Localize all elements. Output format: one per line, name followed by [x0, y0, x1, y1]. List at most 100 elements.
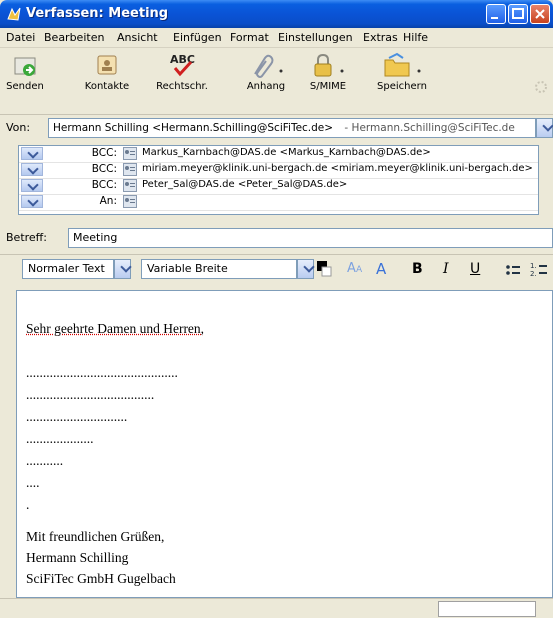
from-value: Hermann Schilling <Hermann.Schilling@Sci…	[53, 122, 334, 134]
format-toolbar: Normaler Text Variable Breite A A A B I …	[0, 254, 553, 285]
recipient-type-dropdown[interactable]	[21, 179, 43, 192]
recipient-row: BCC: Markus_Karnbach@DAS.de <Markus_Karn…	[19, 146, 538, 163]
paragraph-dropdown-button[interactable]	[114, 259, 132, 279]
spellcheck-label: Rechtschr.	[156, 81, 208, 92]
chevron-down-icon	[27, 147, 39, 159]
subject-input[interactable]: Meeting	[68, 228, 553, 248]
dots-line: ....	[26, 475, 40, 490]
spellcheck-button[interactable]: ABC Rechtschr.	[152, 52, 212, 92]
from-select[interactable]: Hermann Schilling <Hermann.Schilling@Sci…	[48, 118, 536, 138]
menu-format[interactable]: Format	[230, 31, 269, 44]
chevron-down-icon	[120, 261, 132, 273]
from-row: Von: Hermann Schilling <Hermann.Schillin…	[0, 116, 553, 140]
svg-text:2.: 2.	[530, 270, 537, 277]
font-select[interactable]: Variable Breite	[141, 259, 297, 279]
paperclip-icon	[254, 54, 283, 78]
recipient-type: BCC:	[91, 163, 117, 175]
menu-einfuegen[interactable]: Einfügen	[173, 31, 222, 44]
from-account: - Hermann.Schilling@SciFiTec.de	[344, 122, 515, 134]
font-smaller-button[interactable]: A	[347, 261, 356, 276]
chevron-down-icon	[27, 163, 39, 175]
throbber-icon	[535, 81, 547, 93]
menu-ansicht[interactable]: Ansicht	[117, 31, 158, 44]
chevron-down-icon	[27, 195, 39, 207]
spellcheck-icon: ABC	[170, 53, 195, 77]
close-button[interactable]	[530, 4, 550, 24]
status-bar	[0, 598, 553, 618]
maximize-icon	[512, 8, 524, 19]
menu-extras[interactable]: Extras	[363, 31, 398, 44]
contacts-button[interactable]: Kontakte	[82, 52, 132, 92]
dots-line: ..............................	[26, 409, 128, 424]
send-label: Senden	[6, 81, 44, 92]
dots-line: .	[26, 497, 30, 512]
menu-bar: Datei Bearbeiten Ansicht Einfügen Format…	[0, 28, 553, 48]
attach-label: Anhang	[246, 81, 286, 92]
menu-datei[interactable]: Datei	[6, 31, 35, 44]
paragraph-format-select[interactable]: Normaler Text	[22, 259, 114, 279]
italic-button[interactable]: I	[443, 261, 449, 277]
recipient-type-dropdown[interactable]	[21, 147, 43, 160]
menu-einstellungen[interactable]: Einstellungen	[278, 31, 353, 44]
chevron-down-icon	[542, 120, 553, 132]
contact-card-icon	[123, 147, 137, 160]
greeting-line: Sehr geehrte Damen und Herren,	[26, 321, 204, 337]
from-dropdown-button[interactable]	[536, 118, 553, 138]
close-icon	[535, 9, 545, 19]
status-panel	[438, 601, 536, 617]
subject-label: Betreff:	[6, 231, 47, 244]
folder-icon	[384, 52, 421, 77]
menu-hilfe[interactable]: Hilfe	[403, 31, 428, 44]
recipient-type: BCC:	[91, 179, 117, 191]
recipient-address[interactable]: Markus_Karnbach@DAS.de <Markus_Karnbach@…	[142, 147, 431, 158]
contact-card-icon	[123, 195, 137, 208]
minimize-icon	[491, 17, 498, 19]
save-label: Speichern	[377, 81, 427, 92]
subject-row: Betreff: Meeting	[0, 227, 553, 249]
minimize-button[interactable]	[486, 4, 506, 24]
font-smaller-icon: A	[356, 265, 363, 275]
recipient-type: An:	[99, 195, 117, 207]
title-bar[interactable]: Verfassen: Meeting	[0, 0, 553, 28]
signature-name: Hermann Schilling	[26, 550, 129, 565]
closing-line: Mit freundlichen Grüßen,	[26, 529, 165, 544]
bold-button[interactable]: B	[412, 261, 423, 277]
text-color-icon[interactable]	[316, 259, 332, 281]
message-body-editor[interactable]: Sehr geehrte Damen und Herren, .........…	[16, 290, 553, 598]
signature-company: SciFiTec GmbH Gugelbach	[26, 571, 176, 586]
dots-line: ........................................…	[26, 365, 178, 380]
compose-icon	[7, 7, 21, 21]
send-button[interactable]: Senden	[5, 52, 45, 92]
recipient-address[interactable]: miriam.meyer@klinik.uni-bergach.de <miri…	[142, 163, 533, 174]
menu-bearbeiten[interactable]: Bearbeiten	[44, 31, 104, 44]
from-label: Von:	[6, 121, 31, 134]
window-title: Verfassen: Meeting	[26, 6, 169, 21]
svg-text:1.: 1.	[530, 262, 537, 270]
attach-button[interactable]: Anhang	[244, 52, 288, 92]
main-toolbar: Senden Kontakte ABC Rechtschr. Anhang S/…	[0, 48, 553, 115]
recipient-type-dropdown[interactable]	[21, 195, 43, 208]
dots-line: ....................	[26, 431, 94, 446]
recipient-row: BCC: Peter_Sal@DAS.de <Peter_Sal@DAS.de>	[19, 178, 538, 195]
recipient-type: BCC:	[91, 147, 117, 159]
save-button[interactable]: Speichern	[374, 52, 430, 92]
smime-button[interactable]: S/MIME	[304, 52, 352, 92]
dots-line: ...........	[26, 453, 64, 468]
send-icon	[14, 57, 36, 76]
dots-line: ......................................	[26, 387, 155, 402]
recipient-address[interactable]: Peter_Sal@DAS.de <Peter_Sal@DAS.de>	[142, 179, 347, 190]
underline-button[interactable]: U	[470, 261, 480, 277]
bullet-list-icon[interactable]	[505, 263, 521, 277]
recipient-list: BCC: Markus_Karnbach@DAS.de <Markus_Karn…	[18, 145, 539, 215]
maximize-button[interactable]	[508, 4, 528, 24]
font-dropdown-button[interactable]	[297, 259, 315, 279]
greeting-text: Sehr geehrte Damen und Herren,	[26, 321, 205, 336]
contact-card-icon	[123, 179, 137, 192]
lock-icon	[314, 53, 344, 77]
chevron-down-icon	[303, 261, 315, 273]
font-larger-button[interactable]: A	[376, 260, 386, 278]
recipient-type-dropdown[interactable]	[21, 163, 43, 176]
svg-text:ABC: ABC	[170, 53, 195, 66]
address-book-icon	[97, 55, 117, 75]
numbered-list-icon[interactable]: 1. 2.	[530, 261, 548, 277]
